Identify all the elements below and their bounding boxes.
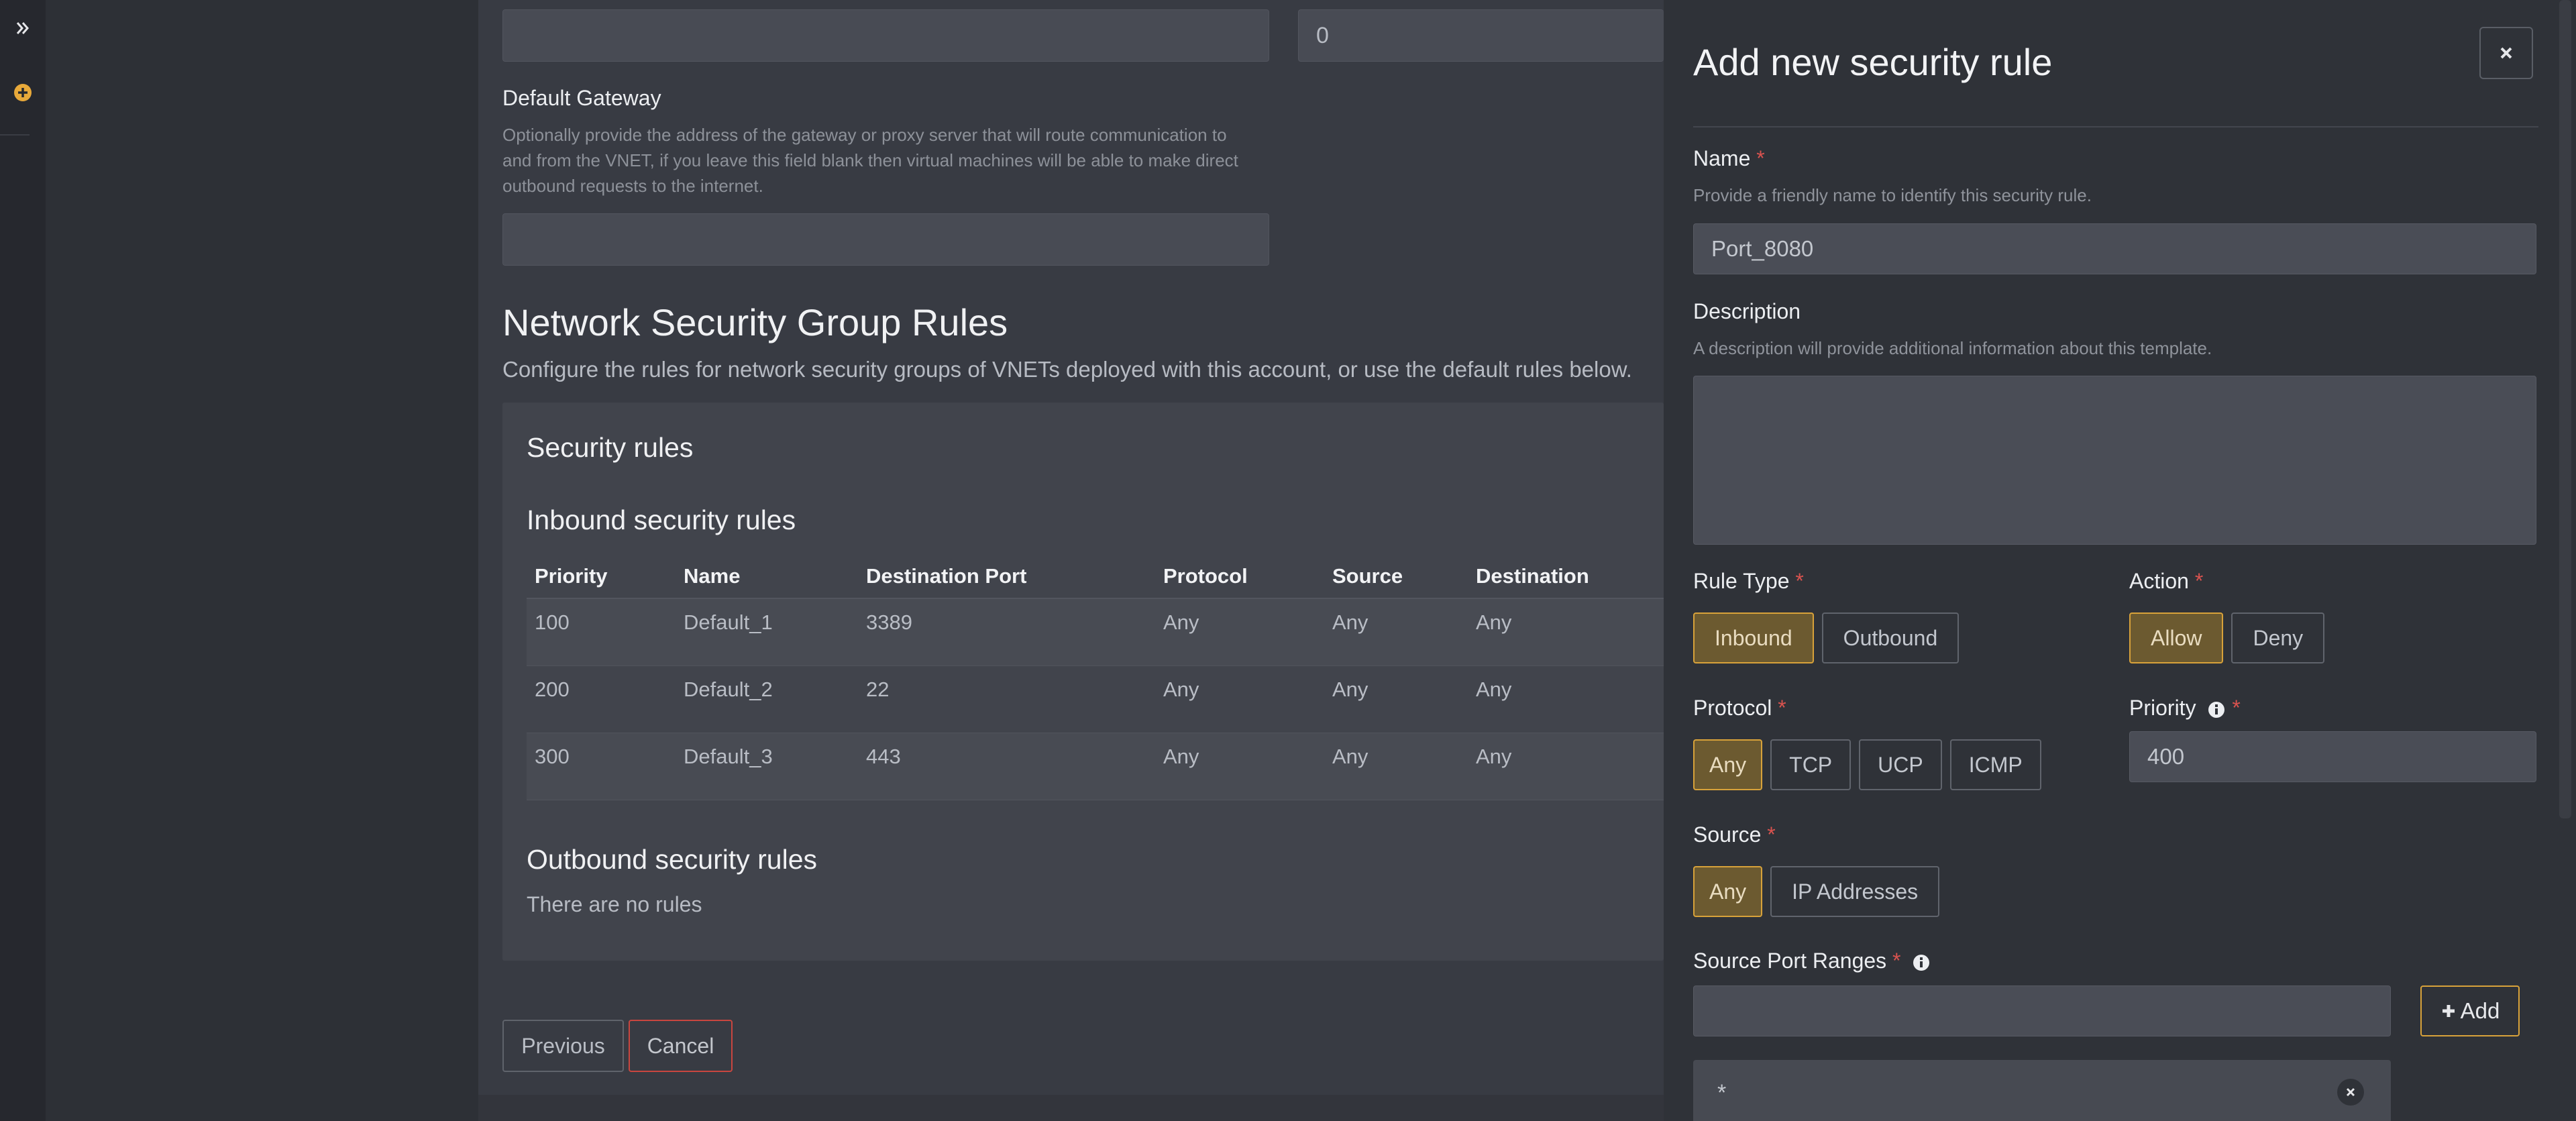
inbound-rules-table: Priority Name Destination Port Protocol … [527,554,1667,800]
protocol-label: Protocol * [1693,696,1786,720]
table-row[interactable]: 200 Default_2 22 Any Any Any [527,665,1667,733]
source-any-button[interactable]: Any [1693,866,1763,917]
action-label: Action * [2129,569,2204,593]
action-allow-button[interactable]: Allow [2129,612,2224,663]
add-port-range-button[interactable]: Add [2420,985,2520,1036]
name-input-value: Port_8080 [1711,236,1814,261]
default-gateway-label: Default Gateway [502,86,661,110]
outbound-empty-text: There are no rules [527,892,702,916]
col-source: Source [1324,554,1468,599]
source-port-range-input[interactable] [1693,985,2391,1036]
description-textarea[interactable] [1693,376,2536,545]
default-gateway-input[interactable] [502,213,1269,266]
description-help: A description will provide additional in… [1693,338,2212,358]
security-rules-title: Security rules [527,432,694,463]
priority-input-value: 400 [2147,744,2185,769]
col-name: Name [676,554,858,599]
security-rules-card: Security rules Inbound security rules Pr… [502,403,1667,961]
default-gateway-help: Optionally provide the address of the ga… [502,125,1238,196]
nsg-title: Network Security Group Rules [502,301,1008,343]
top-field-left[interactable] [502,9,1269,62]
previous-button[interactable]: Previous [502,1020,624,1072]
rule-type-toggle: Inbound Outbound [1693,612,1960,663]
remove-port-range-button[interactable] [2337,1079,2364,1106]
port-range-value: * [1717,1080,1727,1106]
expand-sidebar-icon[interactable] [8,13,38,43]
info-icon[interactable] [1912,953,1931,972]
table-row[interactable]: 100 Default_1 3389 Any Any Any [527,598,1667,666]
action-deny-button[interactable]: Deny [2231,612,2325,663]
add-circle-icon[interactable] [8,78,38,107]
col-destination-port: Destination Port [858,554,1155,599]
name-label: Name * [1693,146,1765,170]
secondary-sidebar [46,0,478,1121]
nsg-description: Configure the rules for network security… [502,357,1632,382]
protocol-tcp-button[interactable]: TCP [1770,739,1851,790]
close-icon [2346,1087,2355,1097]
cancel-button[interactable]: Cancel [629,1020,733,1072]
outbound-rules-title: Outbound security rules [527,844,818,875]
protocol-icmp-button[interactable]: ICMP [1949,739,2041,790]
inbound-rules-title: Inbound security rules [527,504,796,535]
priority-label: Priority * [2129,696,2241,720]
info-icon[interactable] [2207,700,2226,719]
source-label: Source * [1693,822,1776,847]
left-rail [0,0,46,1121]
col-priority: Priority [527,554,676,599]
rule-type-outbound-button[interactable]: Outbound [1821,612,1960,663]
source-port-ranges-label: Source Port Ranges * [1693,949,1931,973]
priority-input[interactable]: 400 [2129,731,2536,782]
plus-icon [2442,1005,2455,1017]
action-toggle: Allow Deny [2129,612,2325,663]
main-content: 0 Default Gateway Optionally provide the… [478,0,1667,1095]
description-label: Description [1693,299,1801,323]
close-button[interactable] [2479,27,2533,79]
top-field-right[interactable]: 0 [1298,9,1664,62]
source-toggle: Any IP Addresses [1693,866,1940,917]
port-range-item: * [1693,1060,2391,1121]
drawer-title: Add new security rule [1693,41,2053,83]
rail-divider [0,134,30,136]
name-input[interactable]: Port_8080 [1693,223,2536,274]
table-row[interactable]: 300 Default_3 443 Any Any Any [527,733,1667,800]
col-protocol: Protocol [1155,554,1324,599]
top-field-right-value: 0 [1316,22,1329,48]
protocol-ucp-button[interactable]: UCP [1859,739,1942,790]
add-security-rule-drawer: Add new security rule Name * Provide a f… [1664,0,2576,1121]
col-destination: Destination [1468,554,1667,599]
protocol-any-button[interactable]: Any [1693,739,1763,790]
protocol-toggle: Any TCP UCP ICMP [1693,739,2041,790]
rule-type-label: Rule Type * [1693,569,1804,593]
close-icon [2500,47,2512,59]
drawer-divider [1693,126,2538,127]
table-header-row: Priority Name Destination Port Protocol … [527,554,1667,599]
source-ip-addresses-button[interactable]: IP Addresses [1770,866,1940,917]
rule-type-inbound-button[interactable]: Inbound [1693,612,1814,663]
drawer-scrollbar[interactable] [2559,0,2571,818]
name-help: Provide a friendly name to identify this… [1693,185,2092,205]
